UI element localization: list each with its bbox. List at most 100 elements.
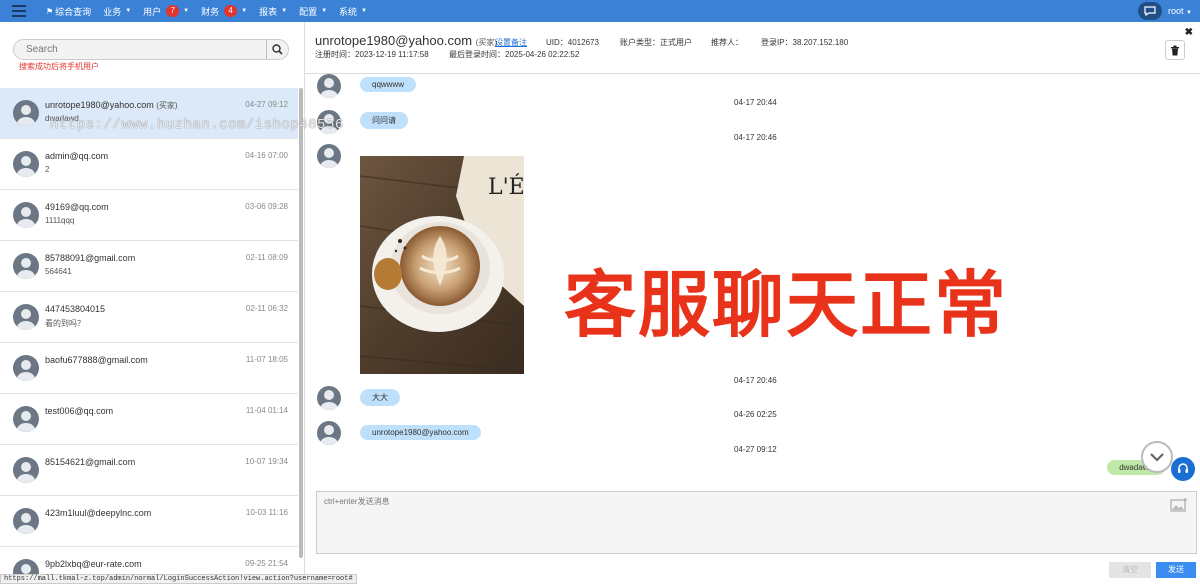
message-image-coffee[interactable]: L'ÉP: [360, 156, 524, 374]
avatar: [13, 202, 39, 228]
conversation-item[interactable]: admin@qq.com 2 04-16 07:00: [0, 139, 298, 190]
message-bubble: unrotope1980@yahoo.com: [360, 425, 481, 440]
conversation-time: 02-11 08:09: [245, 253, 288, 262]
nav-item-label: 用户: [143, 6, 162, 17]
buyer-tag: (买家): [475, 38, 497, 47]
conversation-time: 10-03 11:16: [245, 508, 288, 517]
image-upload-icon[interactable]: [1170, 498, 1188, 512]
caret-down-icon: ▼: [183, 8, 190, 14]
scroll-down-button[interactable]: [1141, 441, 1173, 473]
search-input[interactable]: [14, 40, 266, 59]
avatar: [13, 355, 39, 381]
nav-item-business[interactable]: 业务 ▼: [103, 5, 131, 18]
conversation-name: 447453804015: [45, 304, 106, 314]
avatar: [13, 508, 39, 534]
conversation-name: 9pb2lxbq@eur-rate.com: [45, 559, 142, 569]
nav-item-label: 配置: [299, 6, 318, 17]
message-input-box: [316, 491, 1197, 554]
conversation-time: 04-16 07:00: [245, 151, 288, 160]
clear-button[interactable]: 清空: [1109, 562, 1151, 578]
finance-count-badge: 4: [224, 5, 238, 17]
conversation-item[interactable]: baofu677888@gmail.com 11-07 18:05: [0, 343, 298, 394]
login-ip: 登录IP：38.207.152.180: [761, 38, 849, 47]
avatar: [13, 406, 39, 432]
conversation-item[interactable]: 85154621@gmail.com 10-07 19:34: [0, 445, 298, 496]
nav-menu: ⚑ 综合查询 业务 ▼ 用户 7 ▼ 财务 4 ▼ 报表 ▼ 配置 ▼ 系统 ▼: [46, 5, 367, 18]
conversation-name: unrotope1980@yahoo.com (买家): [45, 100, 178, 111]
conversation-name: test006@qq.com: [45, 406, 114, 416]
user-menu[interactable]: root ▼: [1168, 6, 1192, 16]
headset-icon: [1178, 463, 1188, 473]
conversation-preview: 2: [45, 165, 50, 174]
chat-icon-svg: [1144, 6, 1156, 16]
cafe-sign-text: L'ÉP: [488, 173, 524, 200]
conversation-name: 49169@qq.com: [45, 202, 109, 212]
nav-item-label: 报表: [259, 6, 278, 17]
account-type: 账户类型：正式用户: [620, 38, 692, 47]
avatar: [317, 74, 341, 98]
support-phone-button[interactable]: [1171, 457, 1195, 481]
hamburger-line: [12, 10, 26, 12]
chat-user-email: unrotope1980@yahoo.com: [315, 33, 473, 48]
conversation-item[interactable]: 423m1luul@deepylnc.com 10-03 11:16: [0, 496, 298, 547]
conversation-name: 423m1luul@deepylnc.com: [45, 508, 152, 518]
buyer-tag: (买家): [156, 101, 178, 110]
chat-user-name: unrotope1980@yahoo.com (买家): [315, 33, 497, 48]
message-input[interactable]: [317, 492, 1196, 553]
conversation-time: 11-07 18:05: [245, 355, 288, 364]
top-navbar: ⚑ 综合查询 业务 ▼ 用户 7 ▼ 财务 4 ▼ 报表 ▼ 配置 ▼ 系统 ▼: [0, 0, 1200, 22]
conversation-item[interactable]: 447453804015 看的到吗？ 02-11 06:32: [0, 292, 298, 343]
message-bubble: 大大: [360, 389, 400, 406]
trash-icon: [1171, 45, 1179, 55]
nav-item-config[interactable]: 配置 ▼: [299, 5, 327, 18]
nav-item-label: 综合查询: [55, 6, 92, 17]
avatar: [13, 304, 39, 330]
conversation-scrollbar[interactable]: [299, 88, 303, 558]
conversation-item[interactable]: 85788091@gmail.com 564641 02-11 08:09: [0, 241, 298, 292]
message-bubble: 问问请: [360, 112, 408, 129]
search-icon: [272, 44, 283, 55]
conversation-time: 03-06 09:28: [245, 202, 288, 211]
menu-toggle-button[interactable]: [0, 0, 38, 22]
caret-down-icon: ▼: [1186, 10, 1192, 16]
chat-bubble-icon[interactable]: [1138, 2, 1163, 20]
nav-item-label: 业务: [103, 6, 122, 17]
nav-item-finance[interactable]: 财务 4 ▼: [201, 5, 247, 18]
send-button[interactable]: 发送: [1156, 562, 1196, 578]
promo-overlay-text: 客服聊天正常: [564, 263, 1009, 347]
caret-down-icon: ▼: [281, 8, 288, 14]
conversation-panel: 搜索成功后将手机用户 unrotope1980@yahoo.com (买家) d…: [0, 22, 305, 584]
avatar: [13, 100, 39, 126]
search-hint-text: 搜索成功后将手机用户: [19, 62, 99, 71]
conversation-preview: 1111qqq: [45, 216, 75, 225]
conversation-item[interactable]: 49169@qq.com 1111qqq 03-06 09:28: [0, 190, 298, 241]
set-remark-link[interactable]: 设置备注: [495, 37, 527, 48]
user-uid: UID：4012673: [546, 38, 599, 47]
search-button[interactable]: [266, 40, 288, 59]
conversation-preview: 564641: [45, 267, 72, 276]
conversation-item[interactable]: test006@qq.com 11-04 01:14: [0, 394, 298, 445]
delete-chat-button[interactable]: [1165, 40, 1185, 60]
conversation-name: baofu677888@gmail.com: [45, 355, 148, 365]
avatar: [317, 386, 341, 410]
search-box: [13, 39, 289, 60]
avatar: [13, 151, 39, 177]
user-name-label: root: [1168, 6, 1184, 16]
message-time: 04-27 09:12: [734, 445, 777, 454]
avatar: [317, 144, 341, 168]
home-icon: ⚑: [46, 6, 54, 16]
avatar: [317, 421, 341, 445]
watermark-text: https://www.huzhan.com/ishop48556: [50, 117, 344, 133]
nav-item-users[interactable]: 用户 7 ▼: [143, 5, 189, 18]
chevron-down-icon: [1150, 453, 1164, 462]
users-count-badge: 7: [166, 5, 180, 17]
conversation-name: 85154621@gmail.com: [45, 457, 136, 467]
register-time: 注册时间：2023-12-19 11:17:58: [315, 50, 429, 59]
nav-item-reports[interactable]: 报表 ▼: [259, 5, 287, 18]
hamburger-line: [12, 15, 26, 17]
close-icon[interactable]: ✖: [1185, 27, 1193, 38]
nav-item-system[interactable]: 系统 ▼: [339, 5, 367, 18]
coffee-photo-svg: L'ÉP: [360, 156, 524, 374]
nav-item-query[interactable]: ⚑ 综合查询: [46, 5, 91, 18]
conversation-time: 10-07 19:34: [245, 457, 288, 466]
